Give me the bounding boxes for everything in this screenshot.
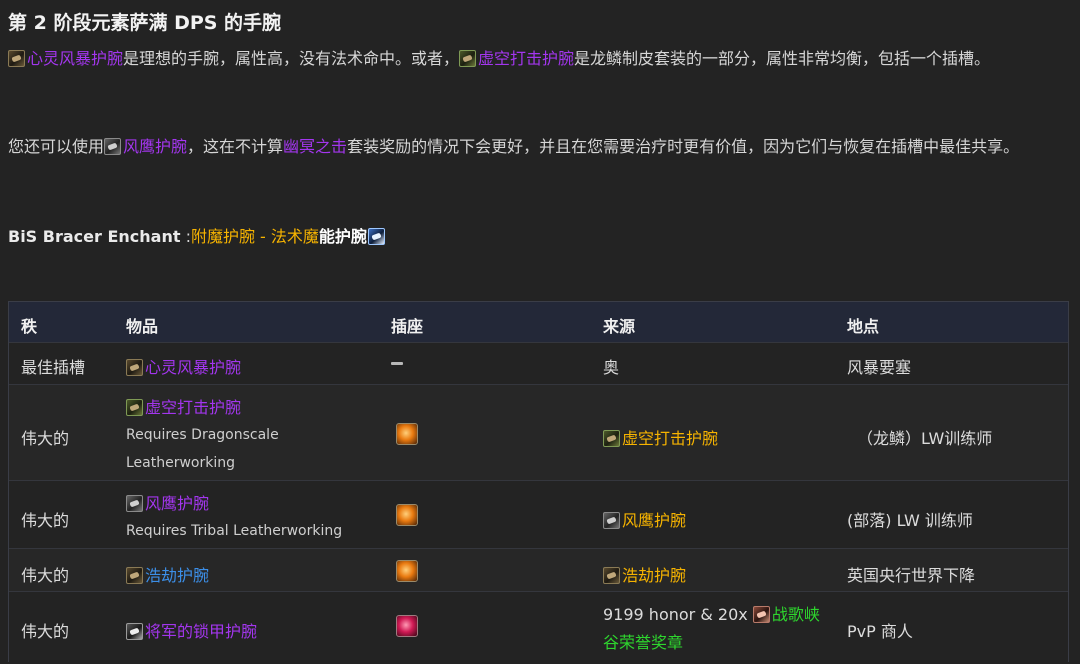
source-link[interactable]: 奥	[603, 354, 619, 378]
col-rank: 秩	[21, 317, 38, 336]
col-item: 物品	[126, 317, 159, 336]
bracer-icon	[126, 567, 143, 584]
bracer-table: 秩 物品 插座 来源 地点 最佳插槽 心灵风暴护腕 奥 风暴要塞 伟大的 虚空打…	[8, 301, 1069, 664]
item-link-windhawk[interactable]: 风鹰护腕	[123, 137, 187, 156]
table-header: 秩 物品 插座 来源 地点	[9, 302, 1068, 342]
item-link[interactable]: 心灵风暴护腕	[145, 358, 241, 377]
item-link-mindstorm[interactable]: 心灵风暴护腕	[27, 49, 123, 68]
intro-paragraph: 心灵风暴护腕是理想的手腕，属性高，没有法术命中。或者， 虚空打击护腕是龙鳞制皮套装…	[8, 44, 1070, 73]
source-link[interactable]: 战歌峡	[772, 605, 820, 624]
item-link[interactable]: 浩劫护腕	[145, 566, 209, 585]
table-row: 伟大的 风鹰护腕 Requires Tribal Leatherworking …	[9, 480, 1068, 549]
item-link[interactable]: 将军的锁甲护腕	[145, 622, 257, 641]
bis-enchant-line: BiS Bracer Enchant :附魔护腕 - 法术魔能护腕	[8, 222, 1070, 251]
col-location: 地点	[847, 317, 880, 336]
pattern-icon	[603, 512, 620, 529]
bracer-icon	[459, 50, 477, 67]
item-link[interactable]: 虚空打击护腕	[145, 398, 241, 417]
orange-gem-socket-icon[interactable]	[396, 504, 418, 526]
alternative-paragraph: 您还可以使用 风鹰护腕，这在不计算幽冥之击套装奖励的情况下会更好，并且在您需要治疗…	[8, 137, 1020, 156]
pattern-icon	[603, 430, 620, 447]
enchant-scroll-icon	[367, 228, 385, 245]
page-title: 第 2 阶段元素萨满 DPS 的手腕	[8, 12, 282, 34]
bracer-icon	[126, 399, 143, 416]
table-row: 伟大的 虚空打击护腕 Requires Dragonscale Leatherw…	[9, 384, 1068, 481]
table-row: 伟大的 将军的锁甲护腕 9199 honor & 20x 战歌峡 谷荣誉奖章 Pv…	[9, 591, 1068, 664]
bis-label: BiS Bracer Enchant	[8, 227, 181, 246]
source-link[interactable]: 风鹰护腕	[622, 511, 686, 530]
set-link-netherstrike[interactable]: 幽冥之击	[283, 137, 347, 156]
source-link[interactable]: 谷荣誉奖章	[603, 633, 683, 652]
col-socket: 插座	[391, 317, 424, 336]
item-link-netherstrike[interactable]: 虚空打击护腕	[478, 49, 574, 68]
red-gem-socket-icon[interactable]	[396, 615, 418, 637]
bracer-icon	[104, 138, 122, 155]
orange-gem-socket-icon[interactable]	[396, 560, 418, 582]
source-link[interactable]: 虚空打击护腕	[622, 429, 718, 448]
table-row: 伟大的 浩劫护腕 浩劫护腕 英国央行世界下降	[9, 548, 1068, 592]
source-link[interactable]: 浩劫护腕	[622, 566, 686, 585]
orange-gem-socket-icon[interactable]	[396, 423, 418, 445]
enchant-link[interactable]: 附魔护腕 - 法术魔	[191, 227, 319, 246]
bracer-icon	[603, 567, 620, 584]
table-row: 最佳插槽 心灵风暴护腕 奥 风暴要塞	[9, 342, 1068, 385]
no-socket-dash	[391, 362, 403, 365]
enchant-link-tail[interactable]: 能护腕	[319, 227, 367, 246]
col-source: 来源	[603, 317, 636, 336]
bracer-icon	[126, 359, 143, 376]
item-link[interactable]: 风鹰护腕	[145, 494, 209, 513]
bracer-icon	[8, 50, 25, 67]
bracer-icon	[126, 623, 143, 640]
battleground-mark-icon	[752, 606, 770, 623]
bracer-icon	[126, 495, 143, 512]
location-link[interactable]: 风暴要塞	[847, 354, 911, 378]
